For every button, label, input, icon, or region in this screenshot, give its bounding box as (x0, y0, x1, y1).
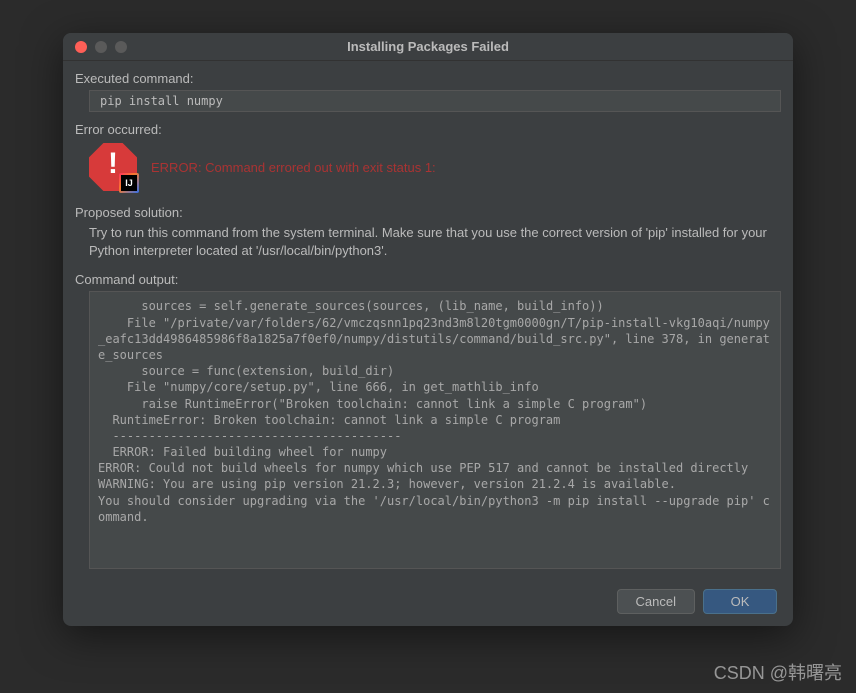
error-message: ERROR: Command errored out with exit sta… (151, 160, 436, 175)
window-controls (63, 41, 127, 53)
intellij-badge-icon: IJ (119, 173, 139, 193)
ok-button[interactable]: OK (703, 589, 777, 614)
error-occurred-label: Error occurred: (75, 122, 781, 137)
command-output-label: Command output: (75, 272, 781, 287)
solution-text: Try to run this command from the system … (89, 224, 781, 260)
close-window-button[interactable] (75, 41, 87, 53)
executed-command-label: Executed command: (75, 71, 781, 86)
watermark-text: CSDN @韩曙亮 (714, 659, 842, 685)
button-row: Cancel OK (617, 589, 777, 614)
dialog-window: Installing Packages Failed Executed comm… (63, 33, 793, 626)
maximize-window-button[interactable] (115, 41, 127, 53)
cancel-button[interactable]: Cancel (617, 589, 695, 614)
error-row: ! IJ ERROR: Command errored out with exi… (89, 143, 781, 191)
titlebar: Installing Packages Failed (63, 33, 793, 61)
executed-command-value[interactable]: pip install numpy (89, 90, 781, 112)
command-output-textarea[interactable]: sources = self.generate_sources(sources,… (89, 291, 781, 569)
proposed-solution-label: Proposed solution: (75, 205, 781, 220)
dialog-content: Executed command: pip install numpy Erro… (63, 61, 793, 579)
error-icon: ! IJ (89, 143, 137, 191)
minimize-window-button[interactable] (95, 41, 107, 53)
window-title: Installing Packages Failed (63, 39, 793, 54)
